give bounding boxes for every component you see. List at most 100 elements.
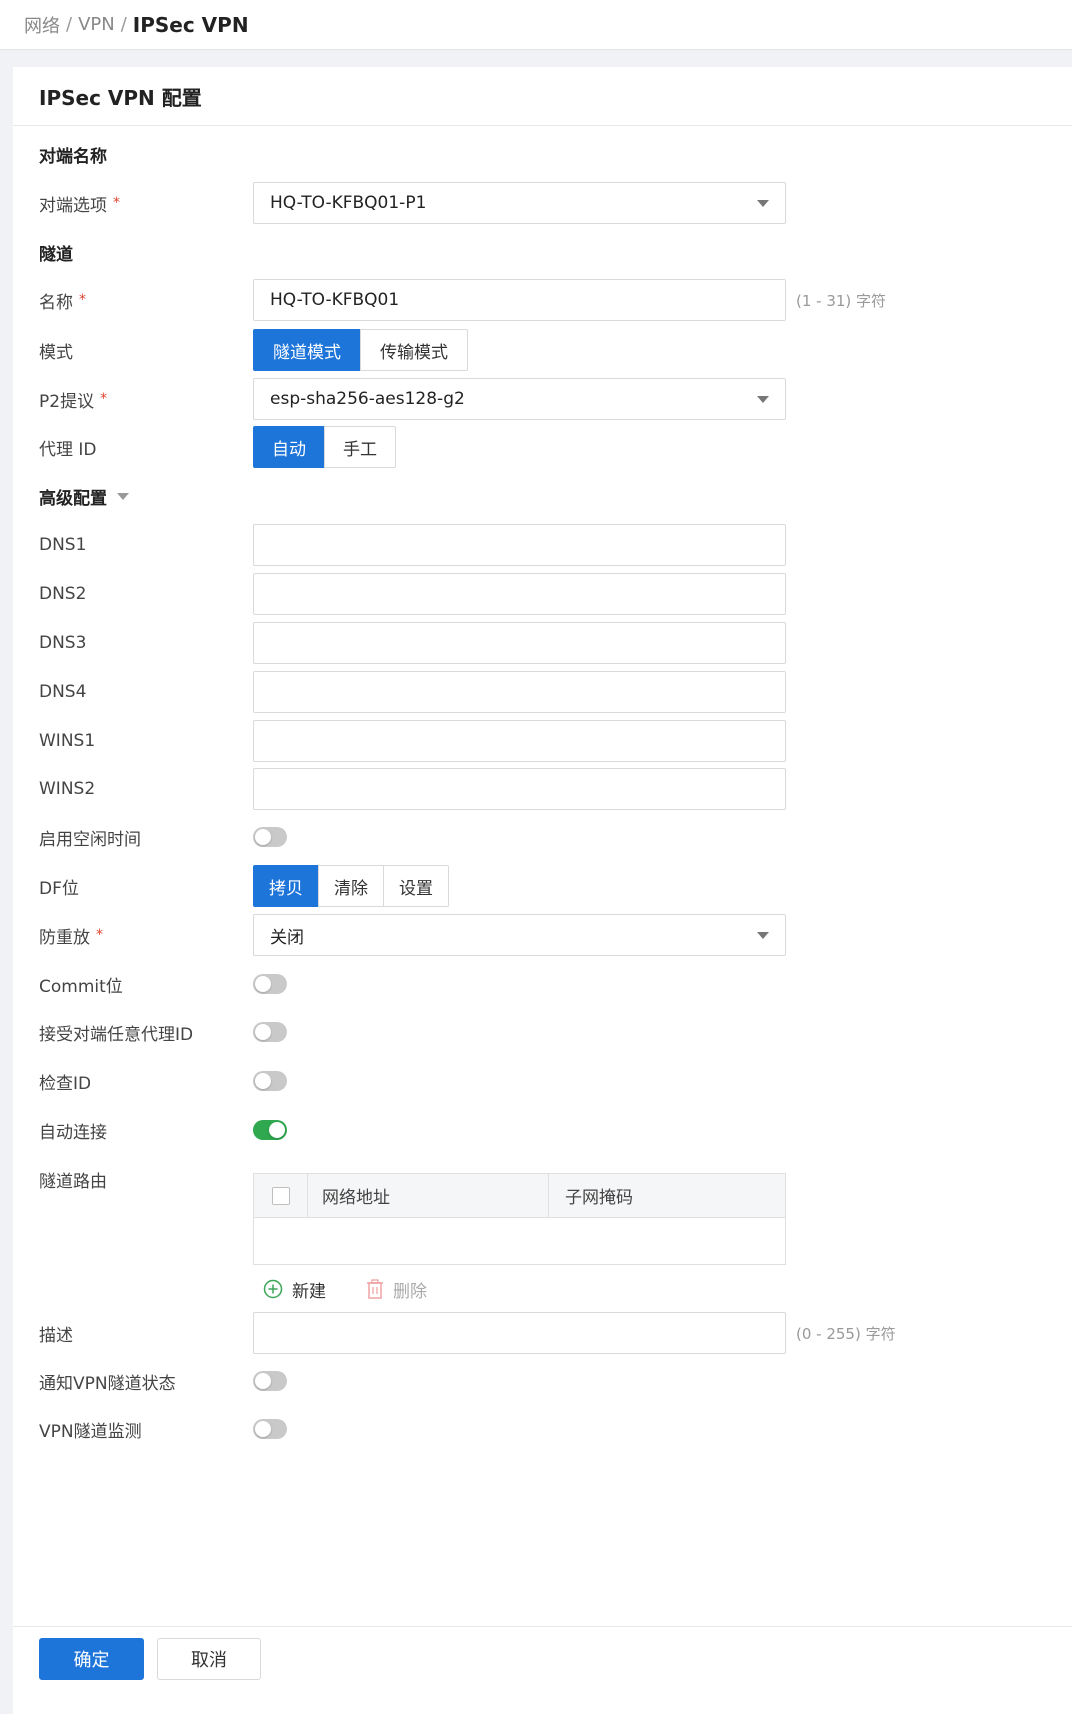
dns2-input[interactable] [253, 573, 786, 615]
tunnel-section-row: 隧道 [13, 230, 1072, 274]
toggle-knob [255, 1024, 271, 1040]
chevron-down-icon [757, 396, 769, 403]
table-header: 网络地址 子网掩码 [254, 1173, 785, 1218]
anti-replay-label-text: 防重放 [39, 927, 90, 948]
auto-connect-toggle[interactable] [253, 1120, 287, 1140]
footer-divider [13, 1626, 1072, 1627]
toggle-knob [255, 1373, 271, 1389]
anti-replay-row: 防重放 * 关闭 [13, 913, 1072, 957]
idle-time-toggle[interactable] [253, 827, 287, 847]
chevron-down-icon [117, 492, 129, 500]
trash-icon [366, 1279, 384, 1299]
tunnel-monitor-row: VPN隧道监测 [13, 1407, 1072, 1451]
df-bit-option-copy[interactable]: 拷贝 [253, 865, 319, 907]
dns1-input[interactable] [253, 524, 786, 566]
advanced-title: 高级配置 [39, 488, 107, 509]
route-actions: 新建 删除 [263, 1274, 467, 1304]
delete-route-button[interactable]: 删除 [366, 1277, 427, 1302]
wins1-row: WINS1 [13, 719, 1072, 763]
commit-bit-toggle[interactable] [253, 974, 287, 994]
tunnel-section-title: 隧道 [39, 244, 73, 265]
advanced-toggle[interactable]: 高级配置 [39, 484, 129, 509]
mode-option-tunnel[interactable]: 隧道模式 [253, 329, 361, 371]
dns4-label: DNS4 [39, 682, 87, 702]
add-route-button[interactable]: 新建 [263, 1277, 326, 1302]
dns1-label: DNS1 [39, 535, 87, 555]
description-input[interactable] [253, 1312, 786, 1354]
name-input[interactable]: HQ-TO-KFBQ01 [253, 279, 786, 321]
wins1-input[interactable] [253, 720, 786, 762]
anti-replay-select[interactable]: 关闭 [253, 914, 786, 956]
toggle-knob [269, 1122, 285, 1138]
accept-any-proxy-row: 接受对端任意代理ID [13, 1010, 1072, 1054]
breadcrumb-item-vpn[interactable]: VPN [78, 14, 115, 35]
peer-option-select[interactable]: HQ-TO-KFBQ01-P1 [253, 182, 786, 224]
tunnel-monitor-toggle[interactable] [253, 1419, 287, 1439]
df-bit-option-set[interactable]: 设置 [383, 865, 449, 907]
name-row: 名称 * HQ-TO-KFBQ01 (1 - 31) 字符 [13, 278, 1072, 322]
column-header-network: 网络地址 [308, 1173, 549, 1218]
auto-connect-label: 自动连接 [39, 1122, 107, 1143]
required-mark: * [100, 391, 108, 407]
accept-any-proxy-toggle[interactable] [253, 1022, 287, 1042]
p2-select[interactable]: esp-sha256-aes128-g2 [253, 378, 786, 420]
name-label-text: 名称 [39, 292, 73, 313]
description-hint: (0 - 255) 字符 [796, 1324, 896, 1343]
check-id-label: 检查ID [39, 1073, 92, 1094]
check-id-toggle[interactable] [253, 1071, 287, 1091]
dns1-row: DNS1 [13, 523, 1072, 567]
tunnel-route-label: 隧道路由 [39, 1171, 107, 1192]
ok-button[interactable]: 确定 [39, 1638, 144, 1680]
required-mark: * [113, 195, 120, 211]
peer-section-row: 对端名称 [13, 132, 1072, 176]
advanced-row[interactable]: 高级配置 [13, 474, 1072, 518]
description-row: 描述 (0 - 255) 字符 [13, 1311, 1072, 1355]
idle-time-row: 启用空闲时间 [13, 815, 1072, 859]
breadcrumb-item-network[interactable]: 网络 [24, 12, 60, 38]
df-bit-option-clear[interactable]: 清除 [318, 865, 384, 907]
p2-row: P2提议 * esp-sha256-aes128-g2 [13, 377, 1072, 421]
p2-label: P2提议 * [39, 387, 107, 412]
peer-section-title: 对端名称 [39, 146, 107, 167]
wins2-row: WINS2 [13, 767, 1072, 811]
auto-connect-row: 自动连接 [13, 1108, 1072, 1152]
toggle-knob [255, 1421, 271, 1437]
dns2-row: DNS2 [13, 572, 1072, 616]
df-bit-row: DF位 拷贝 清除 设置 [13, 864, 1072, 908]
description-label: 描述 [39, 1325, 73, 1346]
dns4-input[interactable] [253, 671, 786, 713]
notify-status-toggle[interactable] [253, 1371, 287, 1391]
dns2-label: DNS2 [39, 584, 87, 604]
required-mark: * [96, 927, 103, 943]
column-header-mask: 子网掩码 [565, 1188, 633, 1208]
commit-bit-label: Commit位 [39, 976, 123, 997]
p2-value: esp-sha256-aes128-g2 [270, 389, 465, 409]
toggle-knob [255, 976, 271, 992]
toggle-knob [255, 829, 271, 845]
breadcrumb-current: IPSec VPN [132, 12, 249, 37]
accept-any-proxy-label: 接受对端任意代理ID [39, 1024, 194, 1045]
proxy-id-option-auto[interactable]: 自动 [253, 426, 325, 468]
chevron-down-icon [757, 200, 769, 207]
config-card: IPSec VPN 配置 对端名称 对端选项 * HQ-TO-KFBQ01-P1 … [13, 67, 1072, 1714]
mode-label: 模式 [39, 342, 73, 363]
mode-segmented: 隧道模式 传输模式 [253, 329, 468, 371]
toggle-knob [255, 1073, 271, 1089]
proxy-id-option-manual[interactable]: 手工 [324, 426, 396, 468]
cancel-button[interactable]: 取消 [157, 1638, 261, 1680]
name-value: HQ-TO-KFBQ01 [270, 290, 400, 310]
wins2-input[interactable] [253, 768, 786, 810]
mode-option-transport[interactable]: 传输模式 [360, 329, 468, 371]
notify-status-row: 通知VPN隧道状态 [13, 1359, 1072, 1403]
name-label: 名称 * [39, 288, 86, 313]
wins2-label: WINS2 [39, 779, 96, 799]
tunnel-route-table: 网络地址 子网掩码 [253, 1173, 786, 1265]
dns3-input[interactable] [253, 622, 786, 664]
notify-status-label: 通知VPN隧道状态 [39, 1373, 176, 1394]
df-bit-segmented: 拷贝 清除 设置 [253, 865, 449, 907]
tunnel-monitor-label: VPN隧道监测 [39, 1421, 142, 1442]
select-all-checkbox[interactable] [271, 1186, 290, 1205]
table-body-empty [254, 1218, 785, 1264]
peer-option-row: 对端选项 * HQ-TO-KFBQ01-P1 [13, 181, 1072, 225]
commit-bit-row: Commit位 [13, 962, 1072, 1006]
